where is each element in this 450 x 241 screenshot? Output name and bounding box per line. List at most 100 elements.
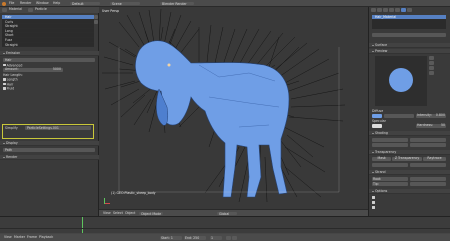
menu-help[interactable]: Help <box>53 1 60 6</box>
properties-tabs <box>371 8 449 13</box>
fluid-label: Fluid <box>6 86 15 91</box>
diffuse-intensity-field[interactable]: Intensity: 0.800 <box>416 113 446 118</box>
tab-z-transparency[interactable]: Z Transparency <box>391 156 423 161</box>
material-tab-icon[interactable] <box>2 8 7 12</box>
shading-field-4[interactable] <box>410 143 446 147</box>
end-frame-label: End: 250 <box>185 236 200 240</box>
menu-window[interactable]: Window <box>36 1 49 6</box>
current-frame-field[interactable]: 1 <box>210 236 222 240</box>
highlight-box: Simplify ParticleSettings.001 <box>2 124 94 139</box>
type-select[interactable]: Hair <box>3 58 95 62</box>
menu-select[interactable]: Select <box>113 211 123 216</box>
current-frame-marker[interactable] <box>82 217 83 233</box>
option-checkbox-1[interactable] <box>372 196 376 200</box>
next-keyframe-icon[interactable] <box>232 236 237 240</box>
preview-cube-icon[interactable] <box>429 66 434 70</box>
fresnel-field[interactable] <box>410 163 446 167</box>
render-tab-icon[interactable] <box>371 8 376 12</box>
render-title: Render <box>6 155 18 159</box>
material-preview <box>375 56 427 106</box>
shading-field-2[interactable] <box>410 138 446 142</box>
tab-raytrace[interactable]: Raytrace <box>422 156 446 161</box>
emission-title: Emission <box>6 51 21 55</box>
material-datablock[interactable] <box>372 33 446 37</box>
right-properties-panel: Hair_Material Surface Preview Diffuse In… <box>368 7 450 216</box>
alpha-field[interactable] <box>372 163 408 167</box>
scene-tab-icon[interactable] <box>377 8 382 12</box>
display-title: Display <box>6 141 18 145</box>
breadcrumb-material[interactable]: Material <box>9 8 22 12</box>
shading-field-3[interactable] <box>372 143 408 147</box>
root-label: Root: <box>373 177 382 181</box>
checkbox-icon <box>3 78 6 81</box>
tip-size-field[interactable]: Tip: <box>372 182 408 186</box>
list-item[interactable]: Straight <box>2 42 94 48</box>
menu-file[interactable]: File <box>9 1 14 6</box>
tab-mask[interactable]: Mask <box>372 156 392 161</box>
option-checkbox-2[interactable] <box>372 201 376 205</box>
timeline-menu-marker[interactable]: Marker <box>14 235 25 240</box>
preview-sphere-button-icon[interactable] <box>429 61 434 65</box>
checkbox-icon <box>372 201 375 204</box>
shading-header[interactable]: Shading <box>369 131 450 136</box>
strand-blend-field[interactable] <box>410 182 446 186</box>
settings-name-field[interactable]: ParticleSettings.001 <box>25 126 91 130</box>
particle-tab-icon[interactable] <box>28 8 33 12</box>
screen-value: Default <box>72 1 84 6</box>
root-size-field[interactable]: Root: <box>372 177 408 181</box>
mode-select[interactable]: Object Mode <box>139 211 163 215</box>
fluid-checkbox[interactable]: Fluid <box>3 87 14 91</box>
preview-monkey-icon[interactable] <box>429 71 434 75</box>
material-tab-icon[interactable] <box>401 8 406 12</box>
list-item[interactable]: Hair_Material <box>372 15 446 20</box>
transparency-header[interactable]: Transparency <box>369 150 450 155</box>
current-frame-value: 1 <box>211 236 214 240</box>
remove-icon[interactable] <box>94 20 98 24</box>
surface-header[interactable]: Surface <box>369 43 450 48</box>
menu-object[interactable]: Object <box>125 211 135 216</box>
disclosure-triangle-icon <box>372 151 374 153</box>
options-header[interactable]: Options <box>369 189 450 194</box>
hardness-value: 50 <box>440 123 445 127</box>
strand-header[interactable]: Strand <box>369 170 450 175</box>
timeline-area[interactable]: View Marker Frame Playback Start: 1 End:… <box>0 216 450 241</box>
shading-field-1[interactable] <box>372 138 408 142</box>
emission-header[interactable]: Emission <box>0 51 99 56</box>
modifier-tab-icon[interactable] <box>395 8 400 12</box>
preview-header[interactable]: Preview <box>369 49 450 54</box>
blender-logo-icon[interactable] <box>2 1 6 6</box>
add-icon[interactable] <box>94 15 98 19</box>
diffuse-shader-select[interactable] <box>384 114 414 118</box>
end-frame-field[interactable]: End: 250 <box>184 236 206 240</box>
diffuse-color-swatch[interactable] <box>372 114 382 118</box>
timeline-track[interactable] <box>0 217 450 233</box>
screen-selector[interactable]: Default <box>70 1 100 6</box>
texture-tab-icon[interactable] <box>407 8 412 12</box>
scene-selector[interactable]: Scene <box>110 1 140 5</box>
specular-color-swatch[interactable] <box>372 124 382 128</box>
timeline-menu-view[interactable]: View <box>4 235 12 240</box>
amount-field[interactable]: Amount: 5000 <box>3 67 63 72</box>
strand-title: Strand <box>375 170 386 174</box>
render-header[interactable]: Render <box>0 155 99 160</box>
3d-viewport[interactable]: User Persp (1) GEO:Plastic_sheep_body <box>99 7 368 209</box>
menu-render[interactable]: Render <box>20 1 31 6</box>
play-icon[interactable] <box>226 236 231 240</box>
disclosure-triangle-icon <box>372 44 374 46</box>
hair-label: Hair <box>6 81 14 86</box>
breadcrumb-particle[interactable]: Particle <box>35 8 47 12</box>
option-checkbox-3[interactable] <box>372 206 376 210</box>
menu-view[interactable]: View <box>103 211 111 216</box>
pivot-select[interactable]: Global <box>217 211 237 215</box>
display-select[interactable]: Path <box>3 148 95 152</box>
preview-flat-icon[interactable] <box>429 56 434 60</box>
timeline-menu-frame[interactable]: Frame <box>27 235 37 240</box>
display-header[interactable]: Display <box>0 141 99 146</box>
strand-shape-field[interactable] <box>410 177 446 181</box>
hardness-field[interactable]: Hardness: 50 <box>416 123 446 128</box>
start-frame-field[interactable]: Start: 1 <box>160 236 182 240</box>
render-engine-select[interactable]: Blender Render <box>160 1 194 5</box>
timeline-menu-playback[interactable]: Playback <box>39 235 53 240</box>
object-tab-icon[interactable] <box>389 8 394 12</box>
world-tab-icon[interactable] <box>383 8 388 12</box>
